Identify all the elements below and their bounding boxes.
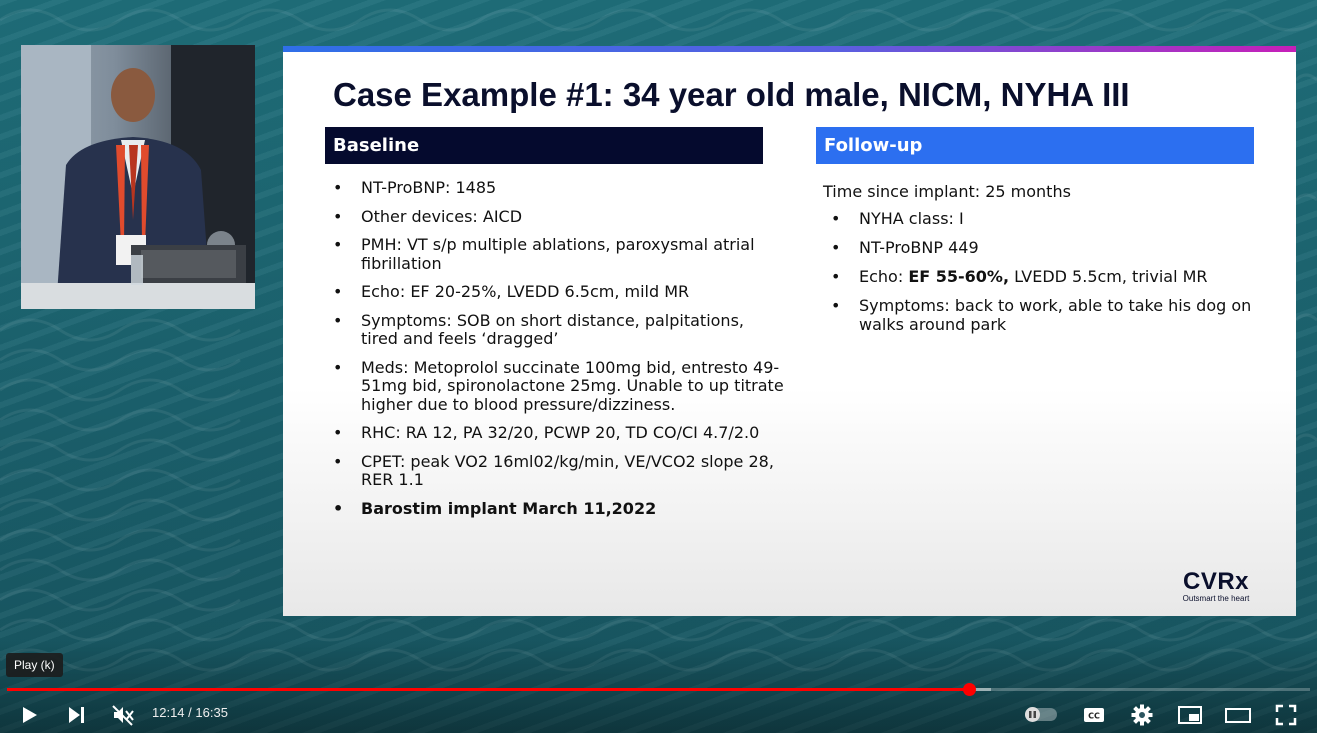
theater-mode-icon bbox=[1225, 708, 1251, 723]
baseline-list: NT-ProBNP: 1485 Other devices: AICD PMH:… bbox=[325, 178, 785, 528]
autoplay-toggle[interactable] bbox=[1025, 707, 1057, 722]
muted-icon bbox=[112, 705, 134, 726]
speaker-video-inset bbox=[21, 45, 255, 309]
duration: 16:35 bbox=[195, 705, 228, 720]
baseline-heading: Baseline bbox=[325, 127, 763, 164]
followup-heading: Follow-up bbox=[816, 127, 1254, 164]
followup-item-echo: Echo: EF 55-60%, LVEDD 5.5cm, trivial MR bbox=[823, 267, 1253, 287]
baseline-item: PMH: VT s/p multiple ablations, paroxysm… bbox=[325, 235, 785, 273]
captions-button[interactable]: CC bbox=[1079, 702, 1109, 728]
baseline-item: NT-ProBNP: 1485 bbox=[325, 178, 785, 198]
play-icon bbox=[23, 707, 37, 723]
next-icon bbox=[69, 707, 84, 723]
slide-title: Case Example #1: 34 year old male, NICM,… bbox=[333, 76, 1130, 113]
followup-item: Symptoms: back to work, able to take his… bbox=[823, 296, 1253, 334]
followup-item: NT-ProBNP 449 bbox=[823, 238, 1253, 258]
current-time: 12:14 bbox=[152, 705, 185, 720]
echo-rest: LVEDD 5.5cm, trivial MR bbox=[1009, 267, 1208, 286]
theater-mode-button[interactable] bbox=[1222, 702, 1254, 728]
followup-item: NYHA class: I bbox=[823, 209, 1253, 229]
baseline-item: Other devices: AICD bbox=[325, 207, 785, 227]
video-frame[interactable]: Case Example #1: 34 year old male, NICM,… bbox=[0, 0, 1317, 733]
settings-button[interactable] bbox=[1127, 702, 1157, 728]
echo-ef-value: EF 55-60%, bbox=[908, 267, 1010, 286]
svg-text:CC: CC bbox=[1088, 712, 1100, 721]
logo-tagline: Outsmart the heart bbox=[1182, 594, 1250, 603]
logo-wordmark: CVRx bbox=[1182, 568, 1250, 595]
baseline-item: Meds: Metoprolol succinate 100mg bid, en… bbox=[325, 358, 785, 415]
slide-accent-bar bbox=[283, 46, 1296, 52]
autoplay-toggle-icon bbox=[1025, 707, 1040, 722]
progress-played bbox=[7, 688, 969, 691]
baseline-item: CPET: peak VO2 16ml02/kg/min, VE/VCO2 sl… bbox=[325, 452, 785, 490]
progress-scrubber[interactable] bbox=[962, 683, 976, 696]
captions-icon: CC bbox=[1084, 708, 1104, 722]
baseline-item: RHC: RA 12, PA 32/20, PCWP 20, TD CO/CI … bbox=[325, 423, 785, 443]
gear-icon bbox=[1131, 704, 1153, 726]
play-button[interactable] bbox=[14, 702, 44, 728]
play-tooltip: Play (k) bbox=[6, 653, 63, 677]
next-button[interactable] bbox=[62, 702, 90, 728]
cvrx-logo: CVRx Outsmart the heart bbox=[1176, 568, 1256, 604]
miniplayer-icon bbox=[1178, 706, 1202, 724]
fullscreen-icon bbox=[1275, 704, 1297, 726]
baseline-item: Symptoms: SOB on short distance, palpita… bbox=[325, 311, 785, 349]
baseline-item: Echo: EF 20-25%, LVEDD 6.5cm, mild MR bbox=[325, 282, 785, 302]
progress-bar[interactable] bbox=[7, 683, 1310, 696]
followup-intro: Time since implant: 25 months bbox=[823, 182, 1071, 201]
time-display: 12:14 / 16:35 bbox=[152, 705, 228, 720]
baseline-item-implant: Barostim implant March 11,2022 bbox=[325, 499, 785, 519]
miniplayer-button[interactable] bbox=[1175, 702, 1205, 728]
fullscreen-button[interactable] bbox=[1271, 702, 1301, 728]
presentation-slide: Case Example #1: 34 year old male, NICM,… bbox=[283, 46, 1296, 616]
echo-prefix: Echo: bbox=[859, 267, 909, 286]
time-separator: / bbox=[184, 705, 196, 720]
speaker-figure bbox=[21, 45, 255, 309]
followup-list: NYHA class: I NT-ProBNP 449 Echo: EF 55-… bbox=[823, 209, 1253, 345]
mute-button[interactable] bbox=[108, 702, 138, 728]
